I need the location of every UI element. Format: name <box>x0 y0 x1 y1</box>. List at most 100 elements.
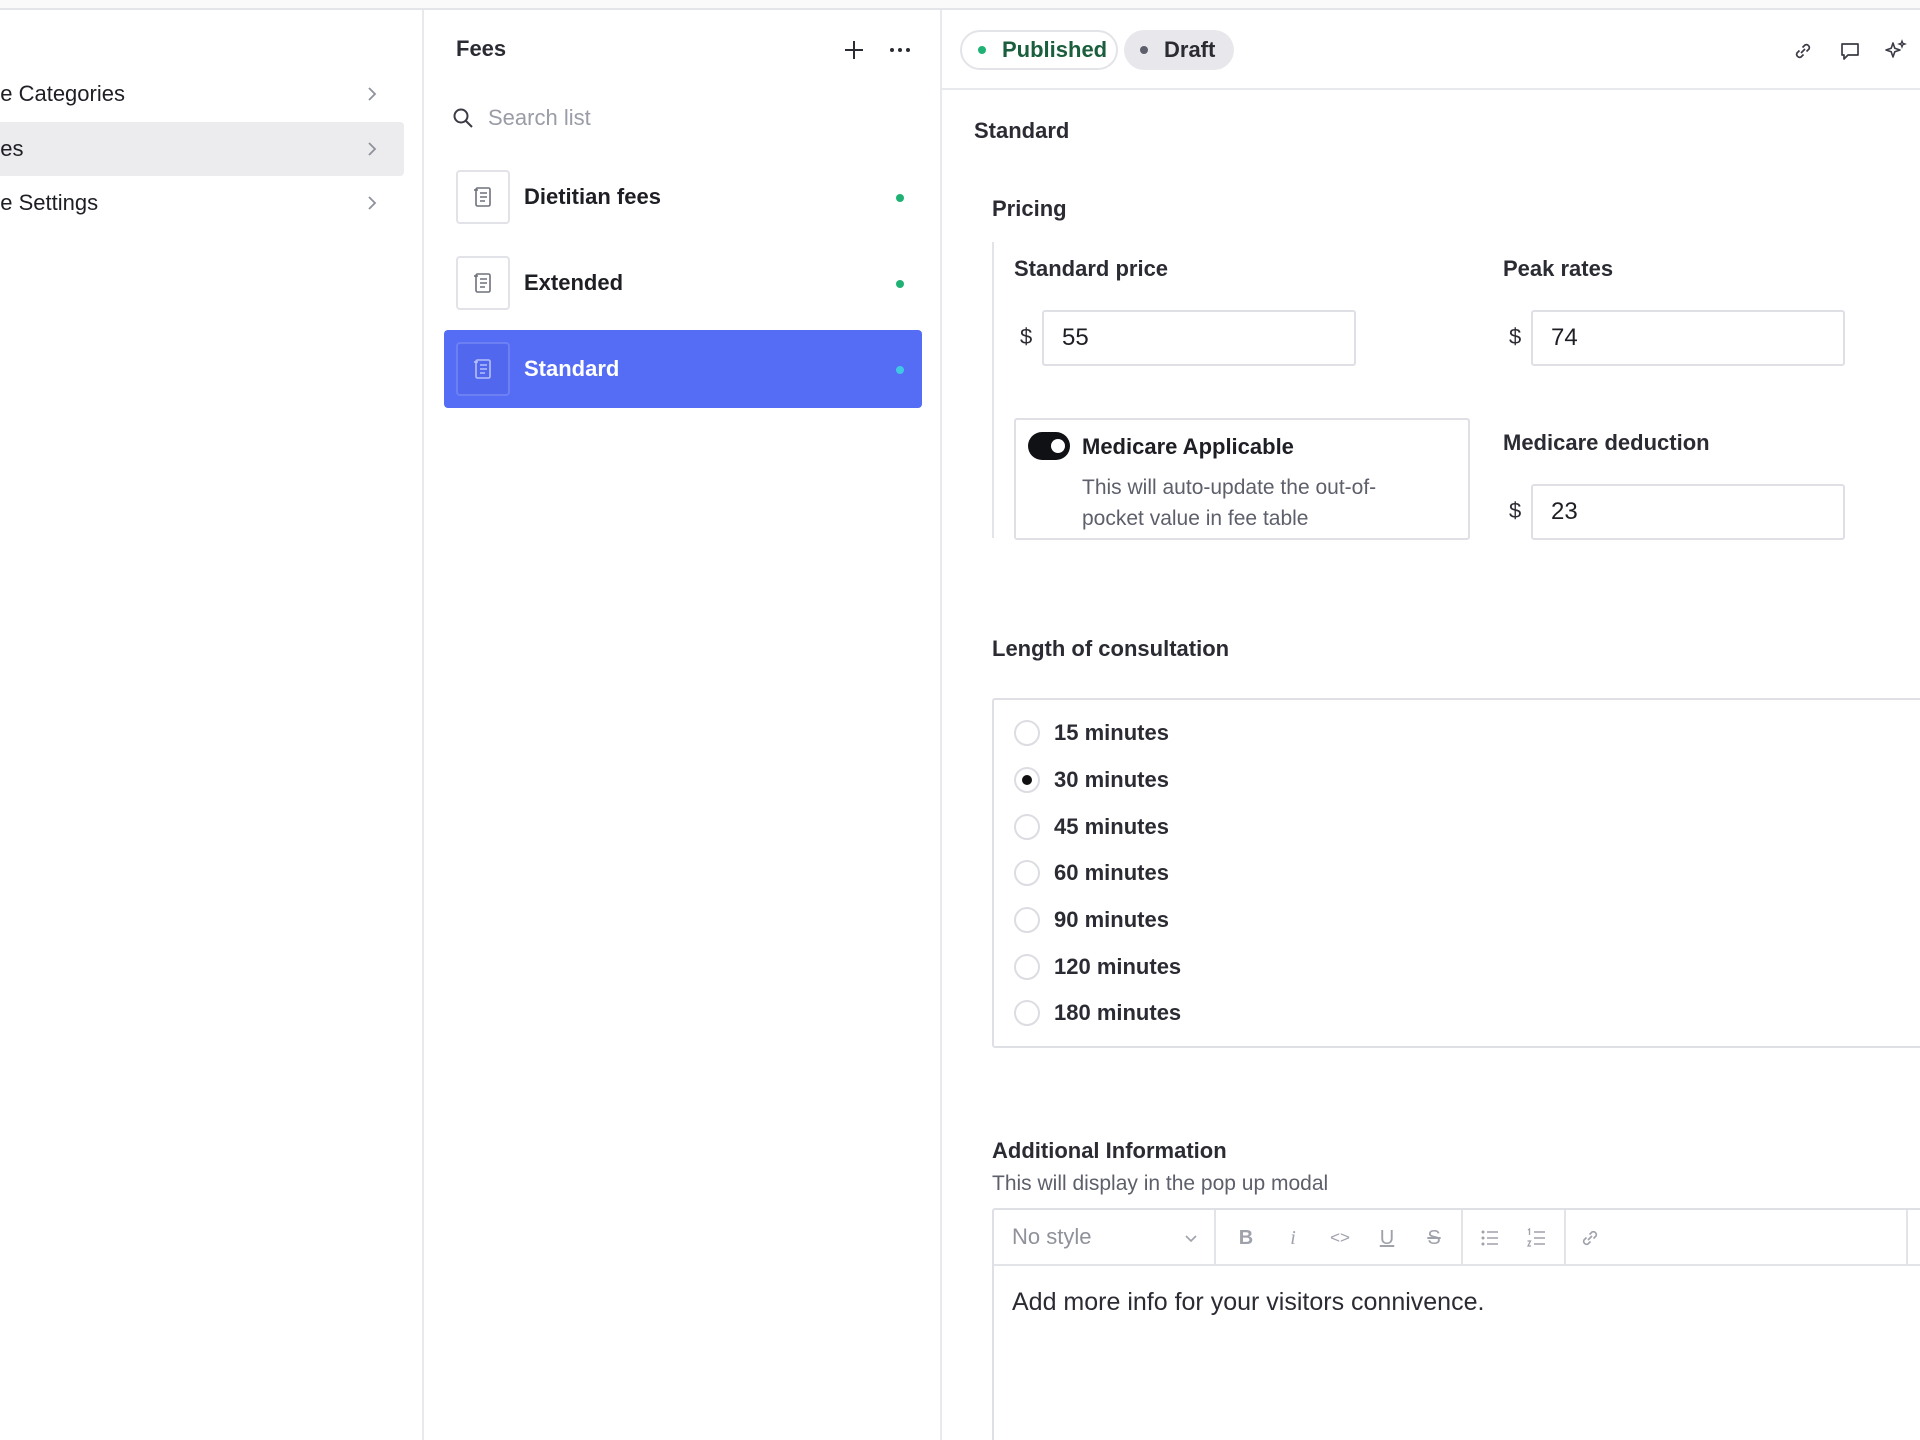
more-options-button[interactable] <box>884 34 916 66</box>
pricing-section-title: Pricing <box>992 196 1067 221</box>
chevron-right-icon <box>368 142 377 156</box>
peak-rates-label: Peak rates <box>1503 256 1614 281</box>
bullet-list-button[interactable] <box>1476 1224 1504 1252</box>
list-item-extended[interactable]: Extended <box>444 244 922 322</box>
radio-option-120[interactable]: 120 minutes <box>1014 952 1181 982</box>
search-bar <box>452 96 912 140</box>
numbered-list-button[interactable] <box>1522 1224 1550 1252</box>
radio-option-45[interactable]: 45 minutes <box>1014 812 1169 842</box>
radio-option-30[interactable]: 30 minutes <box>1014 765 1169 795</box>
underline-button[interactable]: U <box>1373 1224 1401 1252</box>
currency-symbol: $ <box>1509 498 1522 523</box>
list-item-label: Extended <box>524 270 624 295</box>
nav-item-fee-categories[interactable]: ee Categories <box>0 67 404 121</box>
draft-label: Draft <box>1164 37 1216 62</box>
radio-label: 15 minutes <box>1054 720 1169 745</box>
radio-option-15[interactable]: 15 minutes <box>1014 718 1169 748</box>
radio-button[interactable] <box>1014 720 1040 746</box>
medicare-toggle-label: Medicare Applicable <box>1082 434 1294 459</box>
numbered-list-icon <box>1526 1227 1545 1247</box>
standard-price-input[interactable] <box>1042 310 1356 366</box>
nav-item-label: ee Settings <box>0 190 99 215</box>
pricing-divider <box>992 242 994 538</box>
link-icon <box>1795 43 1811 59</box>
nav-item-fee-settings[interactable]: ee Settings <box>0 176 404 230</box>
standard-price-label: Standard price <box>1014 256 1169 281</box>
list-title: Fees <box>456 36 507 61</box>
radio-label: 180 minutes <box>1054 1000 1182 1025</box>
currency-symbol: $ <box>1020 324 1033 349</box>
radio-label: 30 minutes <box>1054 767 1169 792</box>
radio-label: 90 minutes <box>1054 907 1169 932</box>
link-icon <box>1582 1230 1598 1246</box>
add-button[interactable] <box>838 34 870 66</box>
sparkle-icon <box>1885 39 1907 58</box>
draft-tab[interactable]: Draft <box>1124 30 1234 70</box>
published-status-dot <box>896 194 904 202</box>
list-item-standard[interactable]: Standard <box>444 330 922 408</box>
medicare-description: This will auto-update the out-of-pocket … <box>1082 476 1377 530</box>
comment-icon <box>1841 43 1859 60</box>
document-icon <box>456 256 510 310</box>
search-icon <box>453 108 473 128</box>
medicare-deduction-label: Medicare deduction <box>1503 430 1710 455</box>
document-icon <box>456 170 510 224</box>
editor-content[interactable]: Add more info for your visitors conniven… <box>1012 1288 1484 1317</box>
nav-item-label: ee Categories <box>0 81 125 106</box>
comment-button[interactable] <box>1835 36 1865 66</box>
editor-toolbar: No style B i <> U S <box>994 1210 1920 1266</box>
radio-label: 120 minutes <box>1054 954 1182 979</box>
published-label: Published <box>1002 37 1108 62</box>
document-icon <box>456 342 510 396</box>
toolbar-separator <box>1214 1210 1216 1264</box>
radio-button[interactable] <box>1014 907 1040 933</box>
code-button[interactable]: <> <box>1326 1224 1354 1252</box>
more-horizontal-icon <box>890 48 910 52</box>
italic-button[interactable]: i <box>1279 1224 1307 1252</box>
published-dot <box>978 46 986 54</box>
ai-sparkle-button[interactable] <box>1881 36 1911 66</box>
document-title: Standard <box>974 118 1070 143</box>
style-select-value: No style <box>1012 1224 1092 1249</box>
toggle-knob <box>1051 439 1065 453</box>
radio-label: 45 minutes <box>1054 814 1169 839</box>
list-item-label: Dietitian fees <box>524 184 661 209</box>
radio-button[interactable] <box>1014 860 1040 886</box>
link-button[interactable] <box>1788 36 1818 66</box>
bold-button[interactable]: B <box>1232 1224 1260 1252</box>
search-input[interactable] <box>488 105 888 131</box>
draft-dot <box>1140 46 1148 54</box>
medicare-toggle[interactable] <box>1028 432 1070 460</box>
published-status-dot <box>896 366 904 374</box>
radio-button[interactable] <box>1014 814 1040 840</box>
toolbar-separator <box>1564 1210 1566 1264</box>
additional-info-description: This will display in the pop up modal <box>992 1172 1329 1195</box>
consultation-radio-group: 15 minutes 30 minutes 45 minutes 60 minu… <box>992 698 1920 1048</box>
nav-item-fees[interactable]: ees <box>0 122 404 176</box>
published-tab[interactable]: Published <box>960 30 1118 70</box>
radio-option-60[interactable]: 60 minutes <box>1014 858 1169 888</box>
list-item-dietitian-fees[interactable]: Dietitian fees <box>444 158 922 236</box>
detail-toolbar: Published Draft <box>942 10 1920 90</box>
radio-button[interactable] <box>1014 954 1040 980</box>
medicare-deduction-input[interactable] <box>1531 484 1845 540</box>
bullet-list-icon <box>1481 1230 1498 1246</box>
insert-link-button[interactable] <box>1576 1224 1604 1252</box>
window-top-bar <box>0 0 1920 10</box>
list-item-label: Standard <box>524 356 620 381</box>
style-select[interactable]: No style <box>1012 1222 1212 1252</box>
radio-option-180[interactable]: 180 minutes <box>1014 998 1181 1028</box>
additional-info-title: Additional Information <box>992 1138 1227 1163</box>
strikethrough-button[interactable]: S <box>1420 1224 1448 1252</box>
peak-rates-input[interactable] <box>1531 310 1845 366</box>
fees-list-pane: Fees Dietitian fees Extended Standard <box>424 10 942 1440</box>
radio-button[interactable] <box>1014 1000 1040 1026</box>
settings-nav: ee Categories ees ee Settings <box>0 10 424 1440</box>
radio-button-selected[interactable] <box>1014 767 1040 793</box>
chevron-right-icon <box>368 196 377 210</box>
currency-symbol: $ <box>1509 324 1522 349</box>
medicare-applicable-card: Medicare Applicable This will auto-updat… <box>1014 418 1470 540</box>
rich-text-editor: No style B i <> U S Add more info for yo… <box>992 1208 1920 1440</box>
consultation-section-title: Length of consultation <box>992 636 1230 661</box>
radio-option-90[interactable]: 90 minutes <box>1014 905 1169 935</box>
